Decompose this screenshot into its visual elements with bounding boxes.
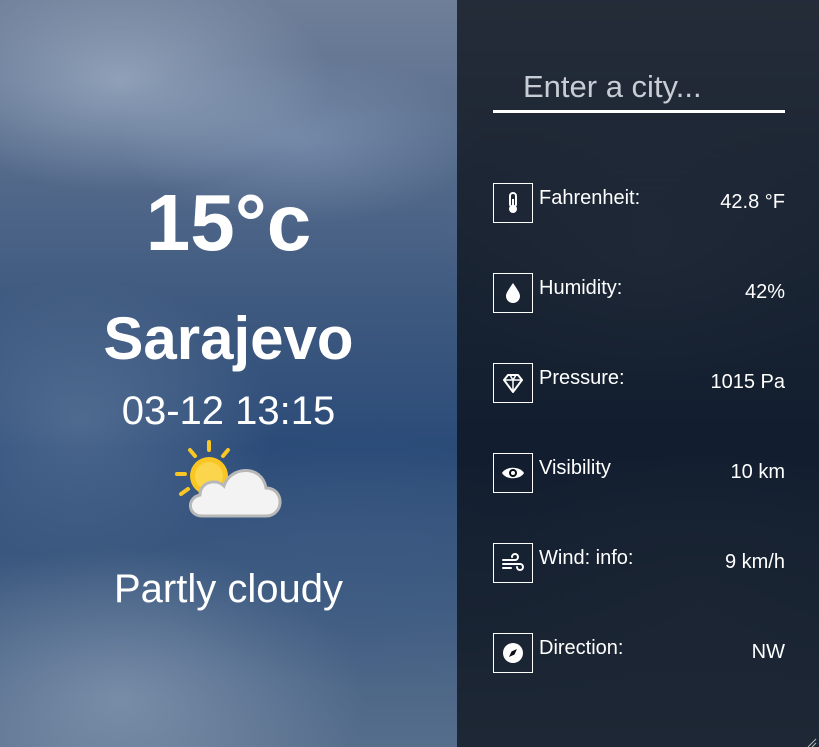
detail-label: Humidity: — [539, 277, 623, 299]
compass-icon — [493, 633, 533, 673]
search-container — [493, 64, 785, 113]
detail-value: 1015 Pa — [710, 371, 785, 393]
gem-icon — [493, 363, 533, 403]
detail-row-wind: Wind: info: 9 km/h — [493, 543, 785, 583]
detail-row-visibility: Visibility 10 km — [493, 453, 785, 493]
details-panel: Fahrenheit: 42.8 °F Humidity: 42% Pressu… — [457, 0, 819, 747]
weather-condition: Partly cloudy — [114, 567, 343, 611]
detail-label: Wind: info: — [539, 547, 634, 569]
detail-row-direction: Direction: NW — [493, 633, 785, 673]
detail-value: 42.8 °F — [720, 191, 785, 213]
detail-label: Pressure: — [539, 367, 625, 389]
thermometer-icon — [493, 183, 533, 223]
weather-app: 15°c Sarajevo 03-12 13:15 Partly cloudy — [0, 0, 819, 747]
detail-row-pressure: Pressure: 1015 Pa — [493, 363, 785, 403]
detail-value: 9 km/h — [724, 551, 785, 573]
detail-value: 10 km — [730, 461, 785, 483]
detail-row-fahrenheit: Fahrenheit: 42.8 °F — [493, 183, 785, 223]
city-search-input[interactable] — [493, 64, 785, 110]
wind-icon — [493, 543, 533, 583]
detail-label: Direction: — [539, 637, 624, 659]
current-weather-panel: 15°c Sarajevo 03-12 13:15 Partly cloudy — [0, 0, 457, 747]
detail-label: Visibility — [539, 457, 611, 479]
local-datetime: 03-12 13:15 — [121, 389, 336, 433]
detail-row-humidity: Humidity: 42% — [493, 273, 785, 313]
resize-grip-icon[interactable] — [807, 735, 817, 747]
droplet-icon — [493, 273, 533, 313]
city-name: Sarajevo — [103, 305, 354, 372]
detail-value: NW — [751, 641, 785, 663]
eye-icon — [493, 453, 533, 493]
partly-cloudy-icon — [172, 438, 286, 522]
detail-value: 42% — [744, 281, 785, 303]
detail-label: Fahrenheit: — [539, 187, 641, 209]
temperature-celsius: 15°c — [145, 178, 312, 267]
